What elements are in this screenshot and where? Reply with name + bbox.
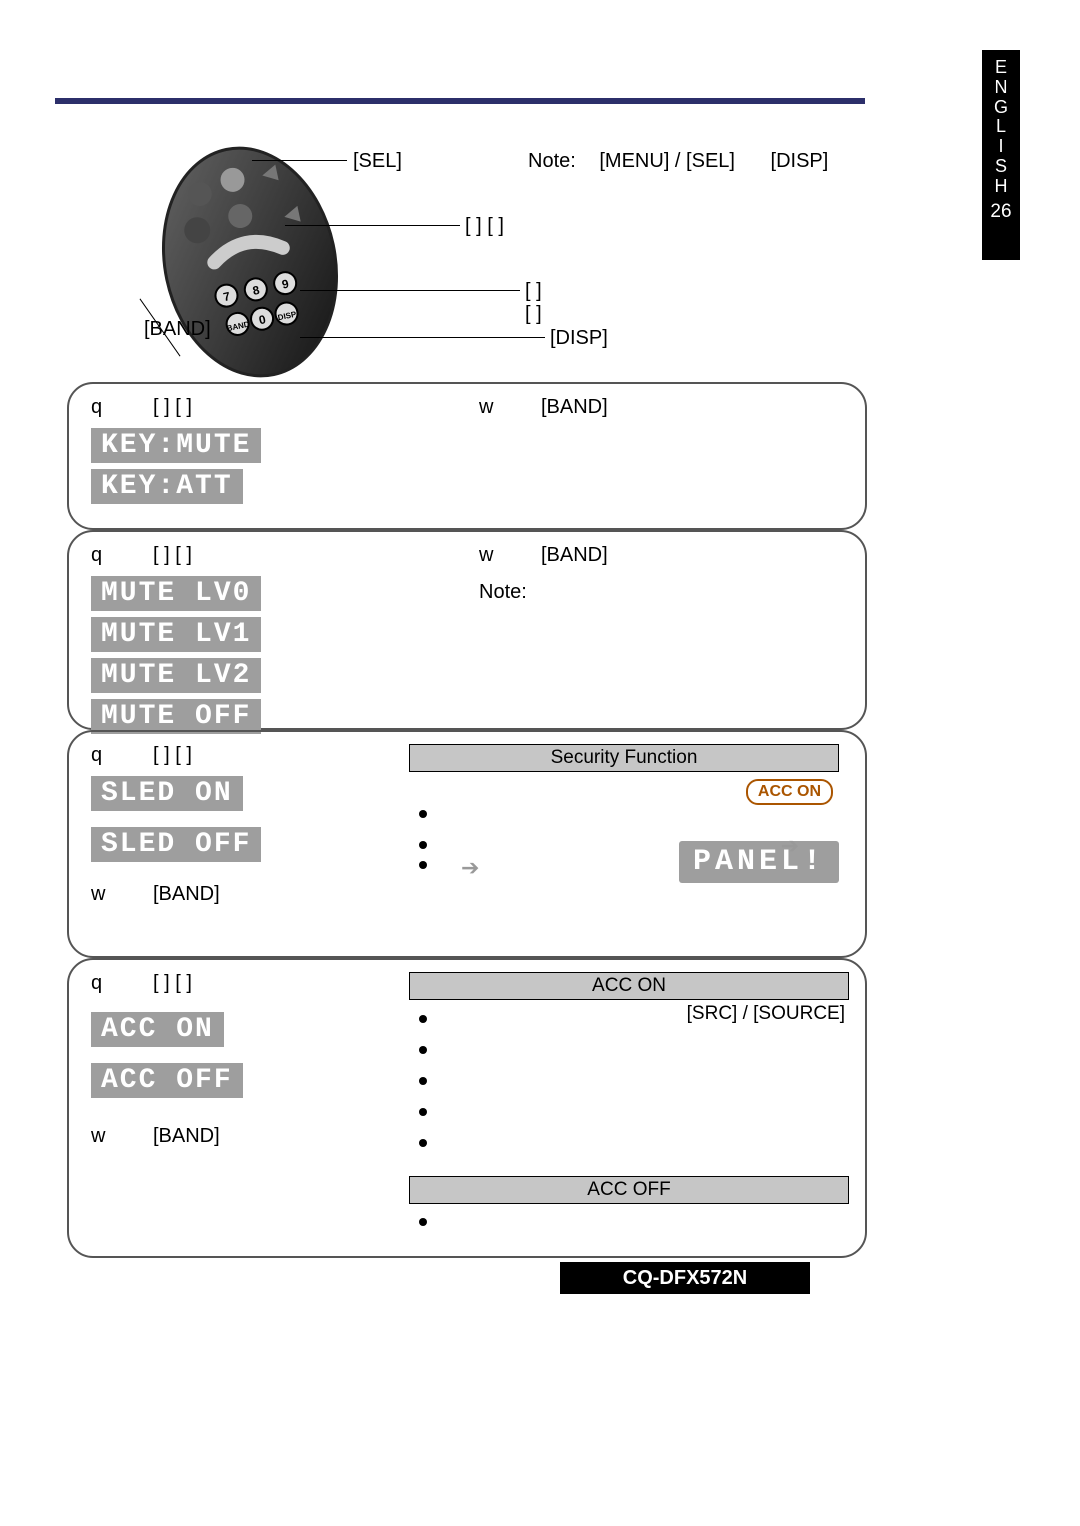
language-tab: ENGLISH 26 bbox=[982, 50, 1020, 260]
sec1-right: w [BAND] bbox=[479, 396, 859, 419]
list-item bbox=[419, 804, 839, 825]
display-mute-off: MUTE OFF bbox=[91, 699, 261, 734]
display-sled-on: SLED ON bbox=[91, 776, 243, 811]
sec4-off-bullets bbox=[419, 1212, 849, 1233]
step-q: q bbox=[91, 972, 113, 995]
display-mute-lv1: MUTE LV1 bbox=[91, 617, 261, 652]
band-ref: [BAND] bbox=[541, 544, 608, 567]
sec2-band: w [BAND] bbox=[479, 544, 859, 567]
display-acc-on: ACC ON bbox=[91, 1012, 224, 1047]
list-item bbox=[419, 1040, 849, 1061]
section-sled: q [ ] [ ] SLED ON SLED OFF w [BAND] Secu… bbox=[67, 730, 867, 958]
step-q: q bbox=[91, 744, 113, 767]
step-w: w bbox=[91, 1125, 113, 1148]
step-q: q bbox=[91, 544, 113, 567]
brackets: [ ] [ ] bbox=[153, 396, 192, 419]
brackets: [ ] [ ] bbox=[153, 544, 192, 567]
list-item: ➔ bbox=[419, 855, 839, 881]
sec3-right: Security Function ACC ON ➔ PANEL! ➔ bbox=[409, 744, 839, 891]
callout-line-row2 bbox=[300, 290, 520, 291]
sec3-bullets-1: ➔ bbox=[419, 804, 839, 835]
menu-sel-ref: [MENU] / [SEL] bbox=[599, 150, 735, 172]
sec3-band: w [BAND] bbox=[91, 883, 421, 906]
sec3-bullets-2: ➔ bbox=[419, 855, 839, 891]
list-item bbox=[419, 1071, 849, 1092]
security-function-header: Security Function bbox=[409, 744, 839, 772]
list-item bbox=[419, 1102, 849, 1123]
display-sled-off: SLED OFF bbox=[91, 827, 261, 862]
sec4-brackets: q [ ] [ ] bbox=[91, 972, 421, 995]
sec4-band: w [BAND] bbox=[91, 1125, 421, 1148]
callout-row2: [ ] [ ] bbox=[525, 280, 550, 326]
sec2-note: Note: bbox=[479, 581, 859, 604]
step-w: w bbox=[479, 396, 501, 419]
sec2-right: w [BAND] Note: bbox=[479, 544, 859, 604]
sec3-left: q [ ] [ ] SLED ON SLED OFF w [BAND] bbox=[91, 744, 421, 906]
language-vertical: ENGLISH bbox=[982, 58, 1020, 197]
callout-sel: [SEL] bbox=[353, 150, 402, 173]
callout-row1: [ ] [ ] bbox=[465, 215, 504, 238]
step-q: q bbox=[91, 396, 113, 419]
callout-disp: [DISP] bbox=[550, 327, 608, 350]
disp-ref: [DISP] bbox=[771, 150, 829, 172]
header-rule bbox=[55, 98, 865, 104]
section-mute-key: q [ ] [ ] KEY:MUTE KEY:ATT w [BAND] bbox=[67, 382, 867, 530]
sec2-brackets: q [ ] [ ] bbox=[91, 544, 421, 567]
callout-line-disp bbox=[300, 337, 545, 338]
page-number: 26 bbox=[982, 202, 1020, 223]
sec1-band: w [BAND] bbox=[479, 396, 859, 419]
acc-on-pill: ACC ON bbox=[746, 779, 833, 805]
band-ref: [BAND] bbox=[153, 883, 220, 906]
display-mute-lv0: MUTE LV0 bbox=[91, 576, 261, 611]
sec4-left: q [ ] [ ] ACC ON ACC OFF w [BAND] bbox=[91, 972, 421, 1148]
display-key-att: KEY:ATT bbox=[91, 469, 243, 504]
remote-illustration: 7 8 9 BAND 0 DISP [SEL] [ ] [ ] [ ] [ ] … bbox=[130, 130, 550, 385]
acc-off-header: ACC OFF bbox=[409, 1176, 849, 1204]
step-w: w bbox=[91, 883, 113, 906]
brackets: [ ] [ ] bbox=[153, 972, 192, 995]
sec1-brackets: q [ ] [ ] bbox=[91, 396, 421, 419]
list-item bbox=[419, 1133, 849, 1154]
arrow-right-icon: ➔ bbox=[461, 855, 479, 881]
display-acc-off: ACC OFF bbox=[91, 1063, 243, 1098]
list-item bbox=[419, 1009, 849, 1030]
section-acc: q [ ] [ ] ACC ON ACC OFF w [BAND] ACC ON… bbox=[67, 958, 867, 1258]
model-footer: CQ-DFX572N bbox=[560, 1262, 810, 1294]
section-mute-level: q [ ] [ ] MUTE LV0 MUTE LV1 MUTE LV2 MUT… bbox=[67, 530, 867, 730]
remote-svg: 7 8 9 BAND 0 DISP bbox=[145, 145, 355, 380]
acc-on-header: ACC ON bbox=[409, 972, 849, 1000]
sec2-left: q [ ] [ ] MUTE LV0 MUTE LV1 MUTE LV2 MUT… bbox=[91, 544, 421, 737]
band-ref: [BAND] bbox=[541, 396, 608, 419]
callout-line-row1 bbox=[285, 225, 460, 226]
band-ref: [BAND] bbox=[153, 1125, 220, 1148]
step-w: w bbox=[479, 544, 501, 567]
sec3-brackets: q [ ] [ ] bbox=[91, 744, 421, 767]
sec4-right: ACC ON [SRC] / [SOURCE] ACC OFF bbox=[409, 972, 849, 1243]
display-mute-lv2: MUTE LV2 bbox=[91, 658, 261, 693]
manual-page: ENGLISH 26 Note: [MENU] / [SEL] [DISP] bbox=[0, 0, 1080, 1526]
callout-line-sel bbox=[252, 160, 347, 161]
top-note: Note: [MENU] / [SEL] [DISP] bbox=[528, 150, 838, 173]
list-item bbox=[419, 1212, 849, 1233]
brackets: [ ] [ ] bbox=[153, 744, 192, 767]
callout-band: [BAND] bbox=[144, 318, 211, 341]
sec4-on-bullets bbox=[419, 1009, 849, 1154]
display-key-mute: KEY:MUTE bbox=[91, 428, 261, 463]
sec1-left: q [ ] [ ] KEY:MUTE KEY:ATT bbox=[91, 396, 421, 507]
